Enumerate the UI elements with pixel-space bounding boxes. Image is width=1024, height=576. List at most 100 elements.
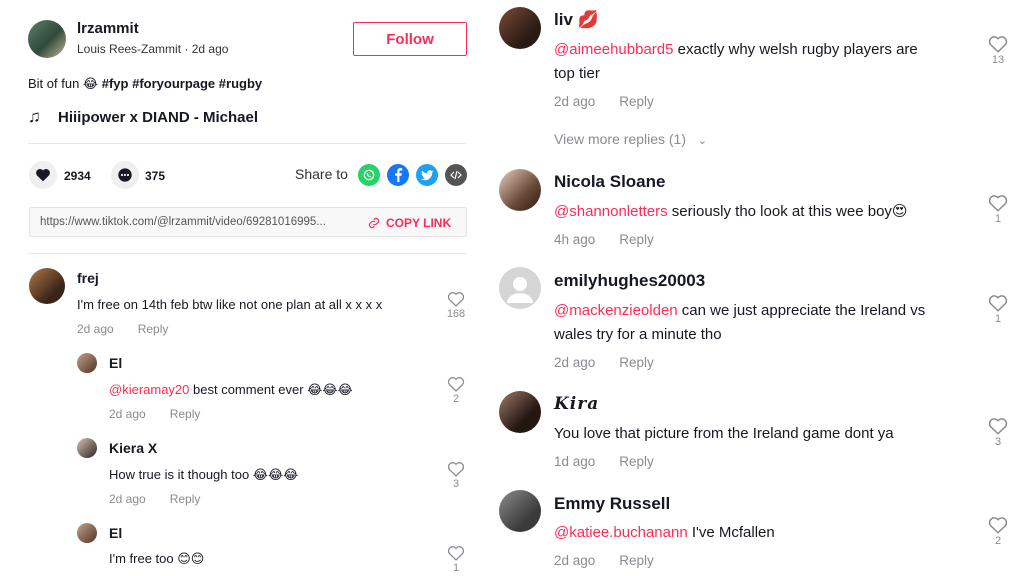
comment-like-count: 1 — [994, 313, 1002, 325]
commenter-avatar[interactable] — [77, 523, 97, 543]
copy-link-button[interactable]: COPY LINK — [368, 216, 451, 230]
comment-like-button[interactable]: 3 — [444, 461, 468, 490]
copy-link-label[interactable]: COPY LINK — [386, 216, 451, 230]
chevron-down-icon: ⌄ — [697, 135, 708, 147]
reply-button[interactable]: Reply — [619, 232, 654, 247]
comment-text: @aimeehubbard5 exactly why welsh rugby p… — [554, 41, 918, 58]
commenter-name[interactable]: Kiera X — [109, 440, 157, 456]
comment-text: How true is it though too 😂😂😂 — [109, 467, 299, 482]
author-avatar[interactable] — [28, 20, 66, 58]
comment-meta: 2d ago Reply — [554, 355, 654, 370]
reply-button[interactable]: Reply — [619, 454, 654, 469]
comment-like-button[interactable]: 168 — [444, 291, 468, 320]
commenter-name[interactable]: Emmy Russell — [554, 494, 670, 514]
music-note-icon: ♫ — [28, 107, 41, 126]
music-link[interactable]: ♫ Hiiipower x DIAND - Michael — [28, 107, 258, 127]
comment-mention[interactable]: @mackenzieolden — [554, 302, 678, 319]
comment-text: @katiee.buchanann I've Mcfallen — [554, 524, 775, 541]
author-display-name[interactable]: Louis Rees-Zammit — [77, 42, 181, 56]
commenter-avatar[interactable] — [77, 438, 97, 458]
comment-like-button[interactable]: 3 — [986, 417, 1010, 448]
comment-time: 2d ago — [554, 355, 596, 370]
comment-like-button[interactable]: 2 — [986, 516, 1010, 547]
commenter-avatar[interactable] — [499, 169, 541, 211]
commenter-name[interactable]: El — [109, 525, 122, 541]
commenter-avatar[interactable] — [499, 391, 541, 433]
divider — [28, 253, 466, 254]
post-caption: Bit of fun 😂 #fyp #foryourpage #rugby — [28, 76, 262, 92]
embed-icon[interactable] — [445, 164, 467, 186]
share-label: Share to — [295, 166, 348, 182]
reply-button[interactable]: Reply — [138, 322, 169, 336]
comment-text: I'm free too 😊😊 — [109, 551, 205, 566]
heart-icon — [36, 168, 50, 182]
hashtag-fyp[interactable]: #fyp — [102, 76, 129, 91]
video-link-url[interactable]: https://www.tiktok.com/@lrzammit/video/6… — [40, 216, 326, 228]
reply-button[interactable]: Reply — [619, 355, 654, 370]
comment-time: 4h ago — [554, 232, 596, 247]
commenter-avatar[interactable] — [77, 353, 97, 373]
author-subtitle: Louis Rees-Zammit · 2d ago — [77, 42, 229, 56]
reply-button[interactable]: Reply — [170, 492, 201, 506]
like-count: 2934 — [64, 169, 91, 183]
comment-like-count: 13 — [991, 54, 1005, 66]
commenter-avatar[interactable] — [29, 268, 65, 304]
comment-count: 375 — [145, 169, 166, 183]
link-icon — [368, 217, 380, 229]
comment-like-button[interactable]: 1 — [986, 194, 1010, 225]
reply-button[interactable]: Reply — [170, 407, 201, 421]
music-title[interactable]: Hiiipower x DIAND - Michael — [58, 109, 258, 126]
comment-time: 2d ago — [109, 492, 146, 506]
comment-time: 2d ago — [77, 322, 114, 336]
heart-outline-icon — [988, 517, 1008, 534]
commenter-name[interactable]: emilyhughes20003 — [554, 271, 705, 291]
heart-outline-icon — [447, 546, 465, 561]
whatsapp-icon[interactable] — [358, 164, 380, 186]
twitter-icon[interactable] — [416, 164, 438, 186]
divider — [28, 143, 466, 144]
comment-like-count: 1 — [452, 562, 460, 574]
reply-button[interactable]: Reply — [619, 94, 654, 109]
comment-time: 2d ago — [554, 553, 596, 568]
comment-text: I'm free on 14th feb btw like not one pl… — [77, 297, 383, 312]
follow-button[interactable]: Follow — [353, 22, 467, 56]
commenter-name[interactable]: El — [109, 355, 122, 371]
commenter-avatar[interactable] — [499, 490, 541, 532]
comment-mention[interactable]: @kieramay20 — [109, 382, 189, 397]
heart-outline-icon — [988, 195, 1008, 212]
comment-like-button[interactable]: 2 — [444, 376, 468, 405]
comment-like-count: 2 — [452, 393, 460, 405]
comment-like-button[interactable]: 1 — [444, 545, 468, 574]
comment-button[interactable] — [111, 161, 139, 189]
commenter-name[interactable]: Kira — [554, 394, 599, 414]
comment-time: 2d ago — [109, 407, 146, 421]
hashtag-foryourpage[interactable]: #foryourpage — [132, 76, 215, 91]
commenter-name[interactable]: liv 💋 — [554, 10, 599, 30]
comment-meta: 2d ago Reply — [109, 407, 200, 421]
commenter-name[interactable]: frej — [77, 270, 99, 286]
comment-mention[interactable]: @shannonletters — [554, 203, 668, 220]
comment-like-count: 3 — [452, 478, 460, 490]
comment-like-button[interactable]: 1 — [986, 294, 1010, 325]
comment-text: @kieramay20 best comment ever 😂😂😂 — [109, 382, 353, 397]
commenter-name[interactable]: Nicola Sloane — [554, 172, 665, 192]
heart-outline-icon — [447, 462, 465, 477]
author-username[interactable]: lrzammit — [77, 20, 139, 37]
comment-icon — [118, 168, 132, 182]
comment-time: 1d ago — [554, 454, 596, 469]
hashtag-rugby[interactable]: #rugby — [219, 76, 262, 91]
default-avatar-icon[interactable] — [499, 267, 541, 309]
comment-meta: 2d ago Reply — [77, 322, 168, 336]
view-more-replies-button[interactable]: View more replies (1) ⌄ — [554, 131, 707, 147]
like-button[interactable] — [29, 161, 57, 189]
video-link-box[interactable]: https://www.tiktok.com/@lrzammit/video/6… — [29, 207, 467, 237]
comments-panel: liv 💋 @aimeehubbard5 exactly why welsh r… — [492, 0, 1024, 576]
facebook-icon[interactable] — [387, 164, 409, 186]
heart-outline-icon — [447, 377, 465, 392]
comment-mention[interactable]: @aimeehubbard5 — [554, 41, 673, 58]
post-time: 2d ago — [191, 42, 229, 56]
comment-mention[interactable]: @katiee.buchanann — [554, 524, 688, 541]
reply-button[interactable]: Reply — [619, 553, 654, 568]
comment-like-button[interactable]: 13 — [986, 35, 1010, 66]
commenter-avatar[interactable] — [499, 7, 541, 49]
